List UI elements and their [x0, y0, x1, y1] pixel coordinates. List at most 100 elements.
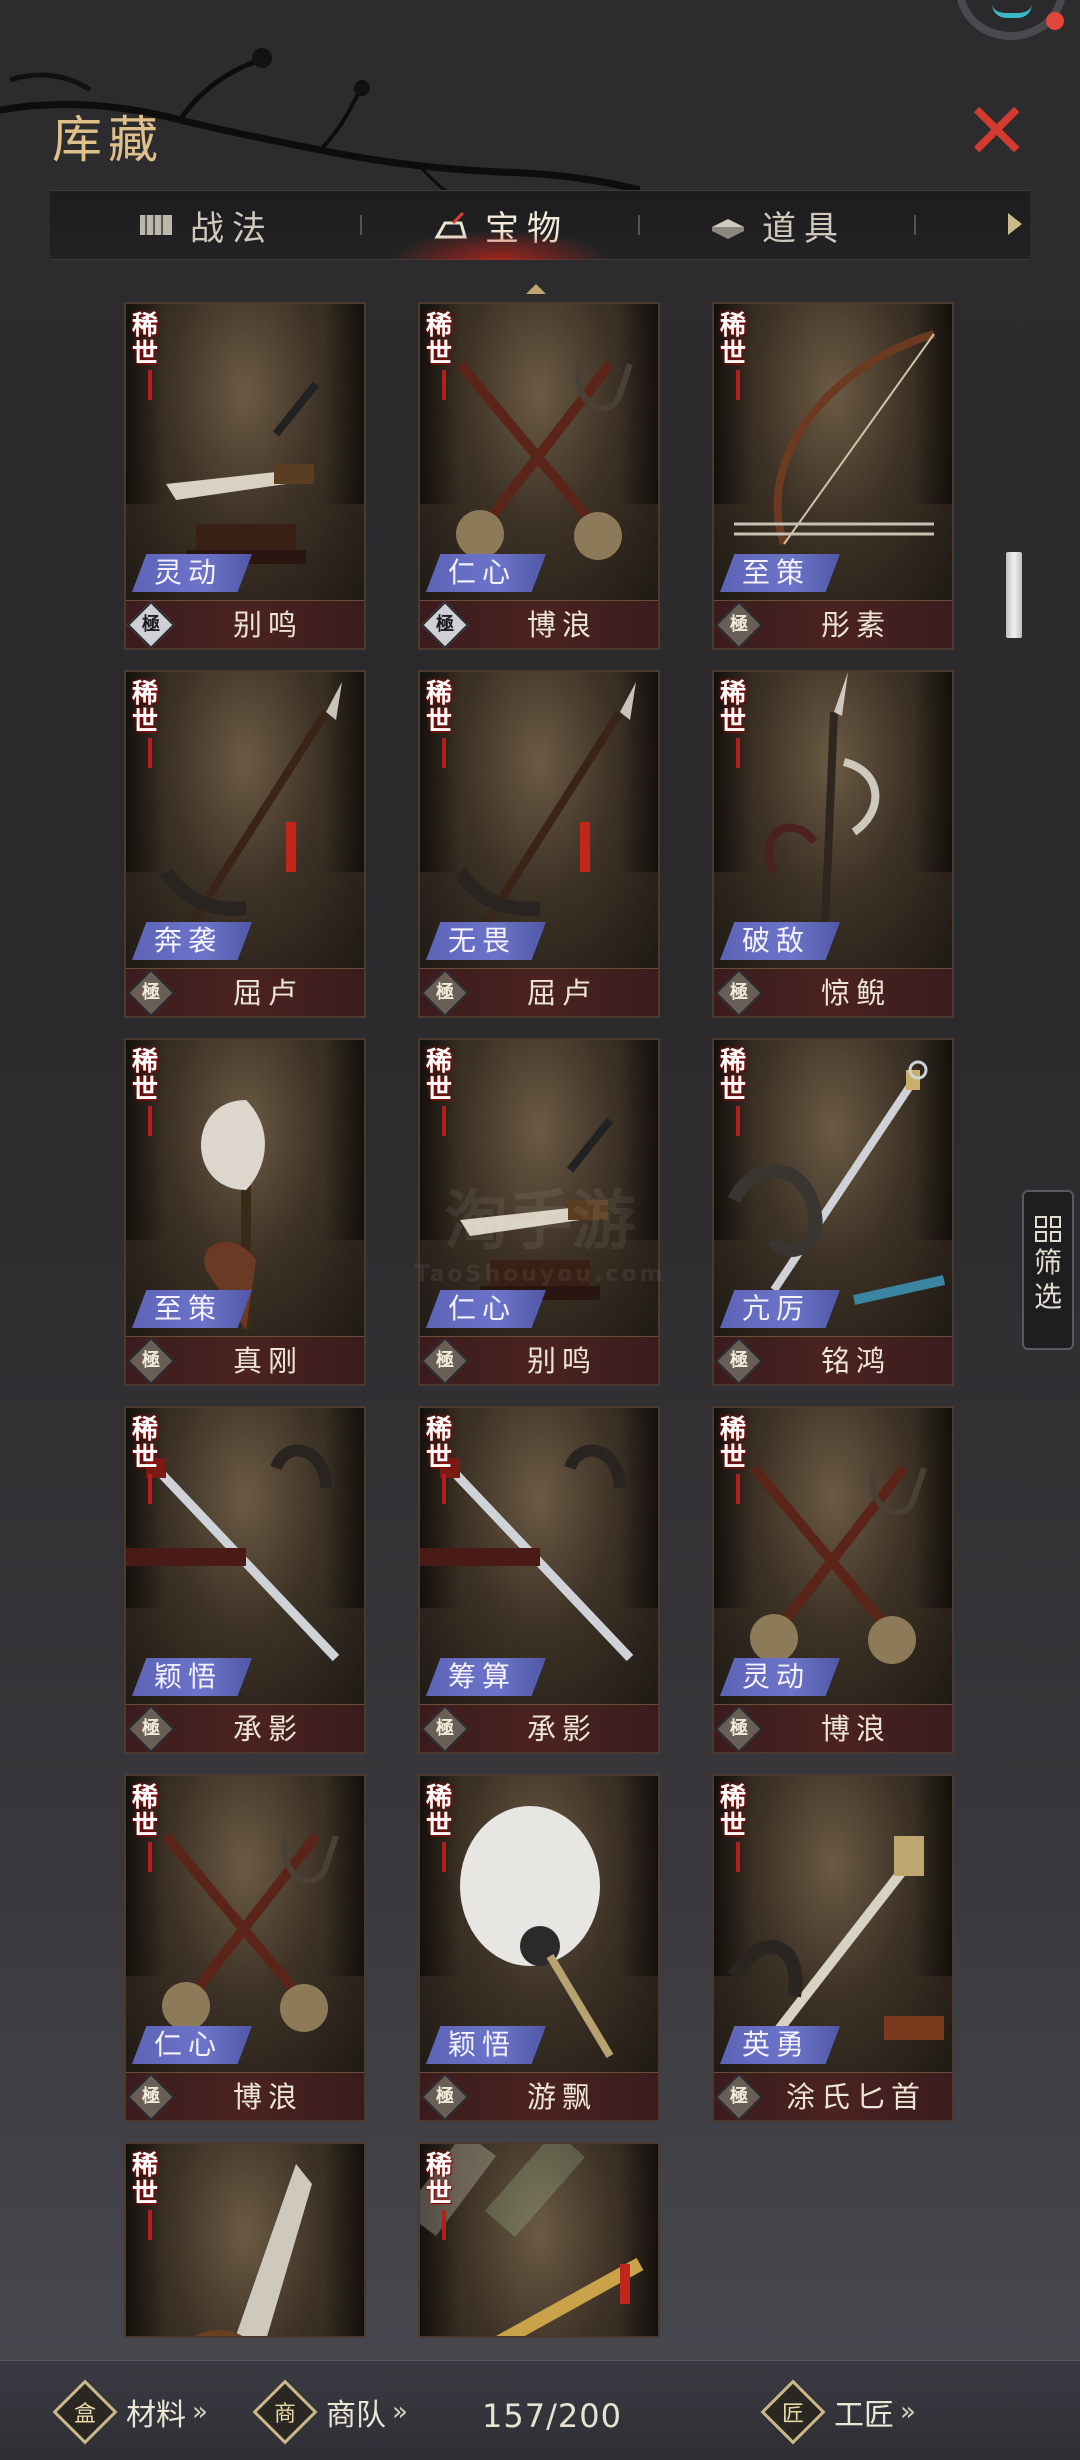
treasure-card[interactable]: 稀世 奔袭極 屈卢 — [124, 670, 366, 1018]
tab-items[interactable]: 道具 — [640, 190, 914, 260]
caravan-button[interactable]: 商 商队 » — [252, 2379, 408, 2445]
grade-icon: 極 — [714, 968, 764, 1016]
treasure-name-bar: 極 博浪 — [714, 1704, 952, 1752]
grade-icon: 極 — [420, 1704, 470, 1752]
tab-treasure[interactable]: 宝物 — [362, 190, 638, 260]
treasure-name: 涂氏匕首 — [785, 2080, 926, 2114]
trait-badge: 破敌 — [720, 922, 841, 960]
grade-icon: 極 — [126, 968, 176, 1016]
treasure-card[interactable]: 稀世英勇極涂氏匕首 — [712, 1774, 954, 2122]
treasure-name: 别鸣 — [526, 1344, 597, 1378]
tab-tactics[interactable]: 战法 — [50, 190, 360, 260]
trait-badge: 奔袭 — [132, 922, 253, 960]
rarity-label: 稀世 — [426, 1784, 468, 1872]
treasure-name: 承影 — [526, 1712, 597, 1746]
treasure-icon — [434, 211, 467, 239]
treasure-name: 惊鲵 — [820, 976, 891, 1010]
rarity-label: 稀世 — [720, 1784, 762, 1872]
tab-scroll-right-icon[interactable] — [1008, 213, 1022, 235]
grade-icon: 極 — [126, 2072, 176, 2120]
tassel-icon — [736, 738, 740, 768]
trait-badge: 颖悟 — [132, 1658, 253, 1696]
treasure-name-bar: 極 屈卢 — [420, 968, 658, 1016]
tassel-icon — [148, 370, 152, 400]
materials-label: 材料 — [126, 2398, 186, 2433]
grade-icon: 極 — [420, 600, 470, 648]
chevron-right-icon: » — [392, 2397, 408, 2427]
treasure-card[interactable]: 稀世 筹算極 承影 — [418, 1406, 660, 1754]
tassel-icon — [736, 370, 740, 400]
rarity-label: 稀世 — [132, 1048, 174, 1136]
materials-icon: 盒 — [52, 2379, 118, 2445]
craftsman-label: 工匠 — [834, 2398, 894, 2433]
treasure-name-bar: 極 别鸣 — [420, 1336, 658, 1384]
rarity-label: 稀世 — [426, 1416, 468, 1504]
tassel-icon — [148, 1474, 152, 1504]
treasure-card[interactable]: 稀世 — [418, 2142, 660, 2338]
craftsman-button[interactable]: 匠 工匠 » — [760, 2379, 916, 2445]
rarity-label: 稀世 — [132, 2152, 174, 2240]
rarity-label: 稀世 — [426, 2152, 468, 2240]
tassel-icon — [148, 1106, 152, 1136]
grade-icon: 極 — [126, 1704, 176, 1752]
watermark: 淘手游 TaoShouyou.com — [400, 1170, 680, 1287]
treasure-name-bar: 極 博浪 — [420, 600, 658, 648]
teal-arc-icon — [992, 4, 1032, 18]
treasure-card[interactable]: 稀世至策極 真刚 — [124, 1038, 366, 1386]
caravan-icon: 商 — [252, 2379, 318, 2445]
treasure-card[interactable]: 稀世 亢厉極 铭鸿 — [712, 1038, 954, 1386]
grade-icon: 極 — [420, 2072, 470, 2120]
tassel-icon — [148, 1842, 152, 1872]
treasure-card[interactable]: 稀世 颖悟極 游飘 — [418, 1774, 660, 2122]
treasure-name-bar: 極 惊鲵 — [714, 968, 952, 1016]
trait-badge: 至策 — [720, 554, 841, 592]
treasure-name-bar: 極 别鸣 — [126, 600, 364, 648]
grade-icon: 極 — [714, 1704, 764, 1752]
treasure-card[interactable]: 稀世 仁心極 博浪 — [418, 302, 660, 650]
close-icon: ✕ — [964, 87, 1030, 177]
tassel-icon — [442, 1474, 446, 1504]
tassel-icon — [442, 370, 446, 400]
item-icon — [712, 219, 744, 239]
treasure-name: 彤素 — [820, 608, 891, 642]
treasure-name-bar: 極 屈卢 — [126, 968, 364, 1016]
treasure-name-bar: 極 彤素 — [714, 600, 952, 648]
corner-widget[interactable] — [956, 0, 1066, 40]
trait-badge: 灵动 — [720, 1658, 841, 1696]
filter-button[interactable]: 筛选 — [1022, 1190, 1074, 1350]
treasure-card[interactable]: 稀世 灵动極 别鸣 — [124, 302, 366, 650]
rarity-label: 稀世 — [132, 1416, 174, 1504]
treasure-card[interactable]: 稀世颖悟極 承影 — [124, 1406, 366, 1754]
treasure-card[interactable]: 稀世 无畏極 屈卢 — [418, 670, 660, 1018]
treasure-name-bar: 極 真刚 — [126, 1336, 364, 1384]
bottom-bar: 盒 材料 » 商 商队 » 157/200 匠 工匠 » — [0, 2360, 1080, 2460]
rarity-label: 稀世 — [720, 680, 762, 768]
trait-badge: 仁心 — [426, 554, 547, 592]
treasure-card[interactable]: 稀世 仁心極 博浪 — [124, 1774, 366, 2122]
tassel-icon — [736, 1106, 740, 1136]
treasure-name: 承影 — [232, 1712, 303, 1746]
treasure-card[interactable]: 稀世 — [124, 2142, 366, 2338]
treasure-card[interactable]: 稀世 灵动極 博浪 — [712, 1406, 954, 1754]
treasure-name: 博浪 — [526, 608, 597, 642]
close-button[interactable]: ✕ — [964, 93, 1029, 171]
treasure-name-bar: 極 博浪 — [126, 2072, 364, 2120]
tassel-icon — [148, 738, 152, 768]
active-tab-caret-icon — [526, 284, 546, 294]
trait-badge: 颖悟 — [426, 2026, 547, 2064]
chevron-right-icon: » — [900, 2397, 916, 2427]
materials-button[interactable]: 盒 材料 » — [52, 2379, 208, 2445]
trait-badge: 英勇 — [720, 2026, 841, 2064]
rarity-label: 稀世 — [132, 1784, 174, 1872]
treasure-name-bar: 極涂氏匕首 — [714, 2072, 952, 2120]
rarity-label: 稀世 — [426, 680, 468, 768]
craftsman-icon: 匠 — [760, 2379, 826, 2445]
treasure-card[interactable]: 稀世 至策極 彤素 — [712, 302, 954, 650]
trait-badge: 亢厉 — [720, 1290, 841, 1328]
treasure-name-bar: 極 承影 — [126, 1704, 364, 1752]
treasure-card[interactable]: 稀世破敌極 惊鲵 — [712, 670, 954, 1018]
tassel-icon — [736, 1474, 740, 1504]
rarity-label: 稀世 — [426, 1048, 468, 1136]
scrollbar-thumb[interactable] — [1006, 552, 1022, 638]
trait-badge: 至策 — [132, 1290, 253, 1328]
